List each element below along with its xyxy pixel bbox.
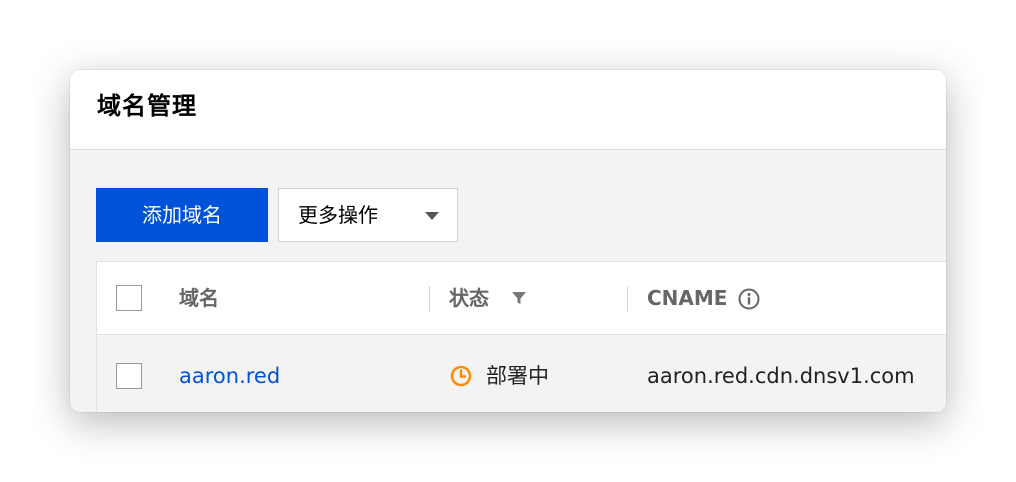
status-text: 部署中 bbox=[486, 364, 549, 388]
chevron-down-icon bbox=[425, 212, 439, 220]
column-divider bbox=[429, 286, 430, 312]
cname-value: aaron.red.cdn.dnsv1.com bbox=[647, 364, 915, 388]
select-all-checkbox[interactable] bbox=[116, 285, 142, 311]
clock-icon bbox=[450, 365, 472, 387]
domain-table: 域名 状态 CNAME aaron.red 部署中 aaron.red.cdn.… bbox=[96, 261, 946, 412]
more-actions-dropdown[interactable]: 更多操作 bbox=[278, 188, 458, 242]
row-checkbox[interactable] bbox=[116, 363, 142, 389]
add-domain-button[interactable]: 添加域名 bbox=[96, 188, 268, 242]
filter-icon[interactable] bbox=[511, 290, 527, 306]
column-divider bbox=[627, 286, 628, 312]
column-header-status: 状态 bbox=[449, 286, 489, 310]
domain-link[interactable]: aaron.red bbox=[179, 335, 280, 412]
table-row[interactable]: aaron.red 部署中 aaron.red.cdn.dnsv1.com bbox=[97, 335, 946, 412]
table-header: 域名 状态 CNAME bbox=[97, 262, 946, 335]
info-icon[interactable] bbox=[738, 288, 760, 310]
page-header: 域名管理 bbox=[70, 70, 946, 150]
page-title: 域名管理 bbox=[97, 92, 197, 120]
more-actions-label: 更多操作 bbox=[298, 203, 378, 227]
domain-management-window: 域名管理 添加域名 更多操作 域名 状态 CNAME aaron.red 部署中… bbox=[70, 70, 946, 412]
column-header-cname: CNAME bbox=[647, 286, 728, 310]
column-header-domain: 域名 bbox=[179, 286, 219, 310]
